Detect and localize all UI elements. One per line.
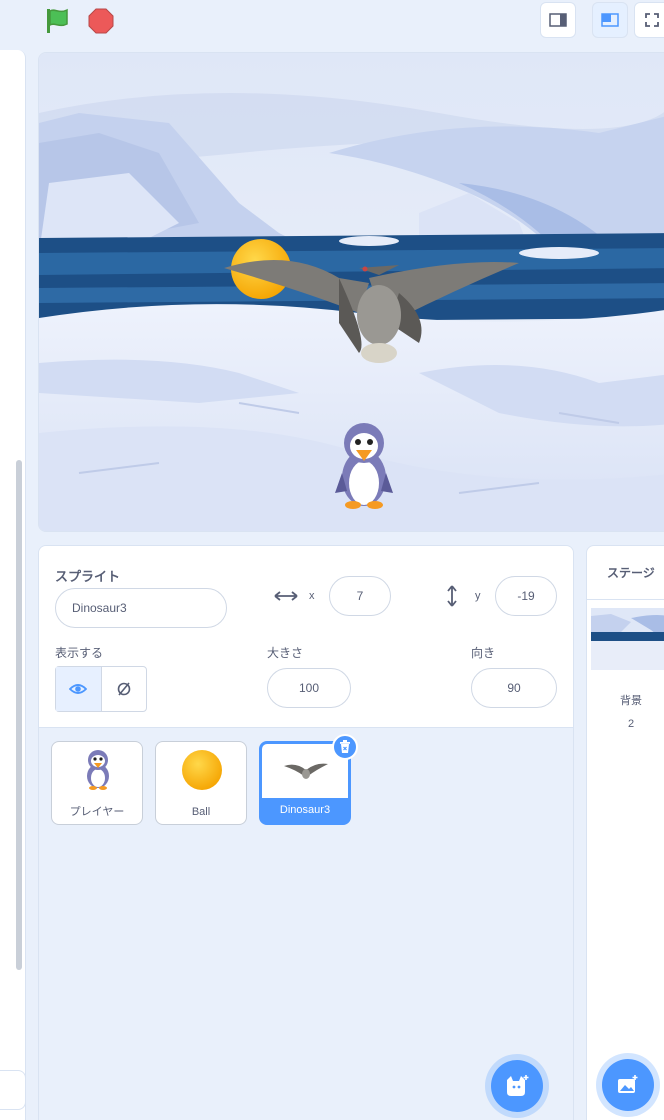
stage-header [26,0,664,44]
code-area-bottom-tab [0,1070,26,1110]
backdrop-thumbnail [591,608,664,670]
size-label: 大きさ [267,646,304,660]
horizontal-arrows-icon [274,591,298,601]
size-value: 100 [298,681,320,695]
x-position-input[interactable]: 7 [329,576,391,616]
fullscreen-button[interactable] [634,2,664,38]
trash-icon [340,740,350,753]
sprite-name-input[interactable]: Dinosaur3 [55,588,227,628]
sprite-tile-label: Ball [191,806,211,818]
sprite-tile-dinosaur3[interactable]: Dinosaur3 [259,734,358,825]
y-position-input[interactable]: -19 [495,576,557,616]
sprite-pane: スプライト Dinosaur3 x 7 y -19 表示する 大きさ 100 向… [38,545,574,1120]
sprite-tile-label: Dinosaur3 [262,798,348,822]
stage-backdrop [39,53,664,531]
backdrop-label: 背景 [620,695,642,707]
vertical-arrows-icon [447,585,457,607]
sprite-tile-label: プレイヤー [69,806,125,818]
small-stage-button[interactable] [540,2,576,38]
sprite-info: スプライト Dinosaur3 x 7 y -19 表示する 大きさ 100 向… [39,546,573,728]
penguin-icon [87,750,109,790]
fullscreen-icon [645,13,659,27]
y-position-value: -19 [517,589,535,603]
stop-icon[interactable] [86,6,116,36]
green-flag-icon[interactable] [42,6,72,36]
y-label: y [475,590,481,602]
sprite-tile-player[interactable]: プレイヤー [51,741,143,825]
small-stage-icon [549,13,567,27]
delete-sprite-button[interactable] [332,734,358,760]
backdrop-count: 2 [627,718,635,730]
direction-input[interactable]: 90 [471,668,557,708]
show-sprite-button[interactable] [56,667,102,711]
ball-icon [182,750,222,790]
x-position-value: 7 [356,589,364,603]
eye-icon [69,684,88,694]
normal-stage-button[interactable] [592,2,628,38]
stage-canvas[interactable] [38,52,664,532]
code-area-edge [0,50,26,1120]
pterodactyl-icon [284,763,328,779]
sprite-tile-ball[interactable]: Ball [155,741,247,825]
x-label: x [309,590,315,602]
choose-sprite-button[interactable] [491,1060,543,1112]
direction-label: 向き [471,646,496,660]
hidden-icon [117,682,131,696]
backdrop-add-icon [618,1075,638,1093]
direction-value: 90 [507,681,521,695]
sprite-label: スプライト [55,569,121,584]
size-input[interactable]: 100 [267,668,351,708]
visibility-toggle [55,666,147,712]
cat-add-icon [507,1075,529,1096]
sprite-name-value: Dinosaur3 [72,601,127,615]
hide-sprite-button[interactable] [102,667,147,711]
normal-stage-icon [601,13,619,27]
stage-label: ステージ [587,546,664,600]
choose-backdrop-button[interactable] [602,1059,654,1111]
stage-selector[interactable]: ステージ 背景 2 [586,545,664,1120]
code-area-scrollbar[interactable] [16,460,22,970]
show-label: 表示する [55,646,104,660]
